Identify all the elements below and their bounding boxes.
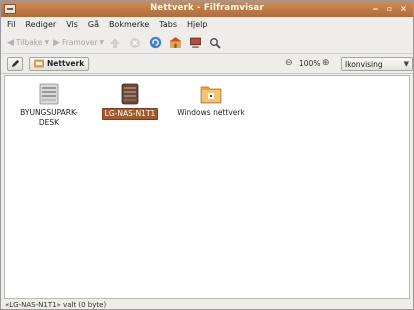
stop-icon[interactable] [128, 36, 142, 50]
search-icon[interactable] [208, 36, 222, 50]
menu-ga[interactable]: Gå [88, 20, 99, 29]
file-label-selected: LG-NAS-N1T1 [101, 108, 159, 120]
minimize-icon[interactable]: ‒ [370, 3, 381, 14]
computer-icon[interactable] [188, 36, 202, 50]
status-text: «LG-NAS-N1T1» valt (0 byte) [5, 300, 107, 309]
file-item-byungsupark-desk[interactable]: BYUNGSUPARK- DESK [9, 82, 89, 128]
zoom-out-icon[interactable]: ⊖ [285, 58, 293, 68]
pencil-icon [11, 59, 19, 68]
forward-dropdown-icon[interactable]: ▼ [100, 39, 105, 46]
file-item-lg-nas-n1t1[interactable]: LG-NAS-N1T1 [90, 82, 170, 120]
file-label: BYUNGSUPARK- DESK [20, 108, 78, 128]
reload-icon[interactable] [148, 36, 162, 50]
close-icon[interactable]: × [398, 3, 409, 14]
zoom-level[interactable]: 100% [299, 59, 320, 68]
file-view[interactable]: BYUNGSUPARK- DESK LG-NAS-N1T1 Windows ne… [4, 75, 410, 299]
view-mode-select[interactable]: Ikonvising ▼ [341, 57, 413, 71]
menu-bokmerke[interactable]: Bokmerke [109, 20, 149, 29]
home-icon[interactable] [168, 36, 182, 50]
menu-tabs[interactable]: Tabs [159, 20, 177, 29]
file-label-line1: BYUNGSUPARK- [20, 108, 78, 117]
zoom-in-icon[interactable]: ⊕ [322, 58, 330, 68]
computer-icon [37, 82, 61, 106]
menu-fil[interactable]: Fil [7, 20, 15, 29]
menu-hjelp[interactable]: Hjelp [187, 20, 207, 29]
window-title: Nettverk - Filframvisar [150, 3, 264, 13]
file-label-line2: DESK [38, 118, 60, 127]
back-label: Tilbake [15, 38, 43, 47]
network-icon [34, 59, 44, 68]
menu-vis[interactable]: Vis [66, 20, 78, 29]
status-bar: «LG-NAS-N1T1» valt (0 byte) [1, 299, 413, 310]
up-icon[interactable] [108, 36, 122, 50]
menu-rediger[interactable]: Rediger [25, 20, 56, 29]
network-folder-icon [199, 82, 223, 106]
nas-server-icon [118, 82, 142, 106]
breadcrumb-label: Nettverk [47, 59, 85, 68]
breadcrumb-nettverk[interactable]: Nettverk [29, 56, 90, 71]
location-bar: Nettverk ⊖ 100% ⊕ Ikonvising ▼ [1, 54, 413, 74]
edit-location-button[interactable] [7, 56, 23, 71]
chevron-down-icon: ▼ [403, 60, 409, 68]
title-bar[interactable]: Nettverk - Filframvisar ‒ ▫ × [1, 1, 413, 17]
back-button[interactable]: ◀ Tilbake ▼ [7, 38, 49, 48]
menu-bar: Fil Rediger Vis Gå Bokmerke Tabs Hjelp [1, 17, 413, 32]
forward-label: Framover [62, 38, 98, 47]
back-arrow-icon: ◀ [7, 37, 14, 48]
window-controls: ‒ ▫ × [370, 3, 409, 14]
forward-arrow-icon: ▶ [53, 37, 61, 48]
forward-button[interactable]: ▶ Framover ▼ [53, 38, 104, 48]
toolbar: ◀ Tilbake ▼ ▶ Framover ▼ [1, 32, 413, 54]
back-dropdown-icon[interactable]: ▼ [45, 39, 50, 46]
file-item-windows-nettverk[interactable]: Windows nettverk [171, 82, 251, 118]
view-mode-value: Ikonvising [345, 59, 383, 69]
file-manager-window: Nettverk - Filframvisar ‒ ▫ × Fil Redige… [0, 0, 414, 310]
file-label: Windows nettverk [177, 108, 245, 117]
maximize-icon[interactable]: ▫ [384, 3, 395, 14]
